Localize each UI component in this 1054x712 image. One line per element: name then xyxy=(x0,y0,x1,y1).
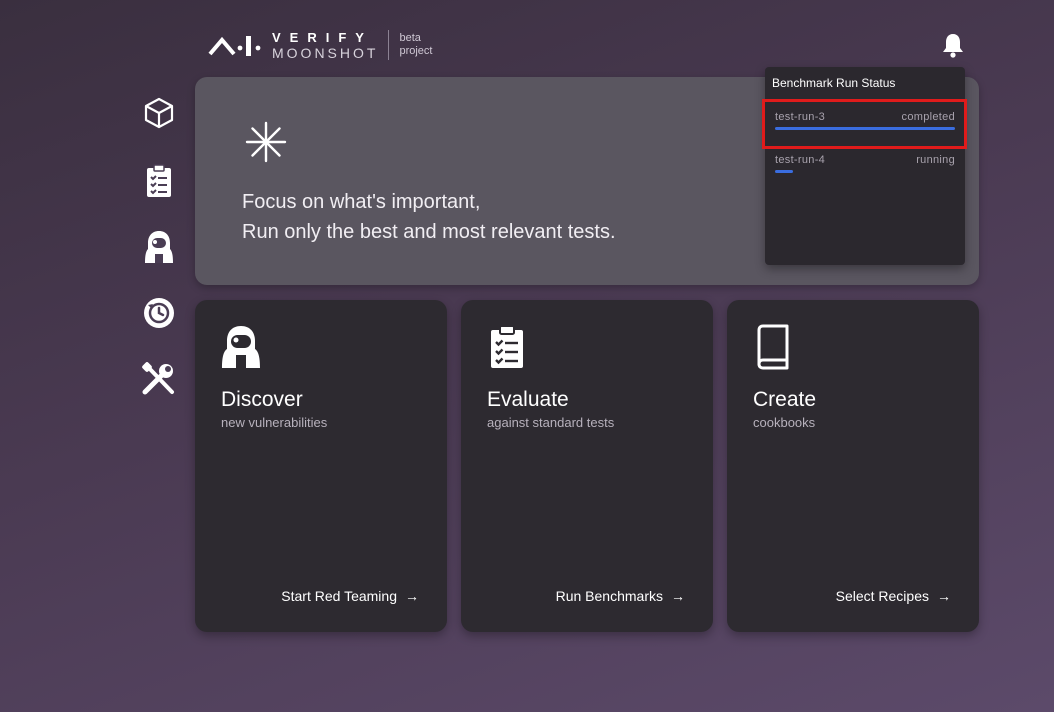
card-title: Discover xyxy=(221,388,303,411)
beta-text: beta xyxy=(399,32,421,44)
run-benchmarks-link[interactable]: Run Benchmarks → xyxy=(556,588,685,604)
app-logo: VERIFY MOONSHOT beta project xyxy=(208,30,432,60)
hero-tagline: Focus on what's important, Run only the … xyxy=(242,187,616,247)
astronaut-icon xyxy=(222,326,260,368)
card-create[interactable]: Create cookbooks Select Recipes → xyxy=(727,300,979,632)
clipboard-checklist-icon xyxy=(147,164,171,197)
cube-icon xyxy=(144,97,174,129)
logo-moonshot-text: MOONSHOT xyxy=(272,44,379,61)
card-subtitle: cookbooks xyxy=(753,415,816,430)
run-progress-fill xyxy=(775,170,793,173)
card-title: Evaluate xyxy=(487,388,569,411)
sidebar-item-cube[interactable] xyxy=(140,94,178,132)
run-progress-bar xyxy=(775,170,955,173)
arrow-right-icon: → xyxy=(405,588,419,604)
start-red-teaming-link[interactable]: Start Red Teaming → xyxy=(281,588,419,604)
action-label: Start Red Teaming xyxy=(281,588,397,604)
book-icon xyxy=(757,324,789,370)
bell-icon[interactable] xyxy=(941,32,965,58)
project-text: project xyxy=(399,45,433,57)
arrow-right-icon: → xyxy=(671,588,685,604)
card-subtitle: against standard tests xyxy=(487,415,615,430)
status-panel-title: Benchmark Run Status xyxy=(772,76,896,90)
benchmark-run-status-panel: Benchmark Run Status test-run-3 complete… xyxy=(765,67,965,265)
logo-beta-label: beta project xyxy=(399,32,432,58)
sidebar-item-benchmarks[interactable] xyxy=(140,162,178,200)
run-status: running xyxy=(916,154,955,166)
run-name: test-run-4 xyxy=(775,154,826,166)
sidebar-item-utilities[interactable] xyxy=(140,360,178,398)
asterisk-icon xyxy=(245,121,287,163)
run-row-test-run-4[interactable]: test-run-4 running xyxy=(765,148,965,186)
action-label: Run Benchmarks xyxy=(555,588,663,604)
card-subtitle: new vulnerabilities xyxy=(221,415,328,430)
sidebar-item-red-teaming[interactable] xyxy=(140,228,178,266)
card-discover[interactable]: Discover new vulnerabilities Start Red T… xyxy=(195,300,447,632)
action-label: Select Recipes xyxy=(835,588,929,604)
logo-mark xyxy=(208,32,262,58)
sidebar-item-history[interactable] xyxy=(140,294,178,332)
arrow-right-icon: → xyxy=(937,588,951,604)
card-title: Create xyxy=(753,388,817,411)
hero-line-1: Focus on what's important, xyxy=(242,191,481,213)
card-evaluate[interactable]: Evaluate against standard tests Run Benc… xyxy=(461,300,713,632)
highlight-box xyxy=(762,99,967,149)
hero-line-2: Run only the best and most relevant test… xyxy=(242,221,616,243)
logo-chevron-icon xyxy=(208,36,261,56)
logo-divider xyxy=(388,30,390,60)
select-recipes-link[interactable]: Select Recipes → xyxy=(836,588,951,604)
tools-icon xyxy=(142,362,174,395)
clipboard-checklist-icon xyxy=(491,325,523,368)
astronaut-icon xyxy=(145,231,173,263)
logo-verify-text: VERIFY xyxy=(272,29,373,45)
history-icon xyxy=(144,298,174,328)
